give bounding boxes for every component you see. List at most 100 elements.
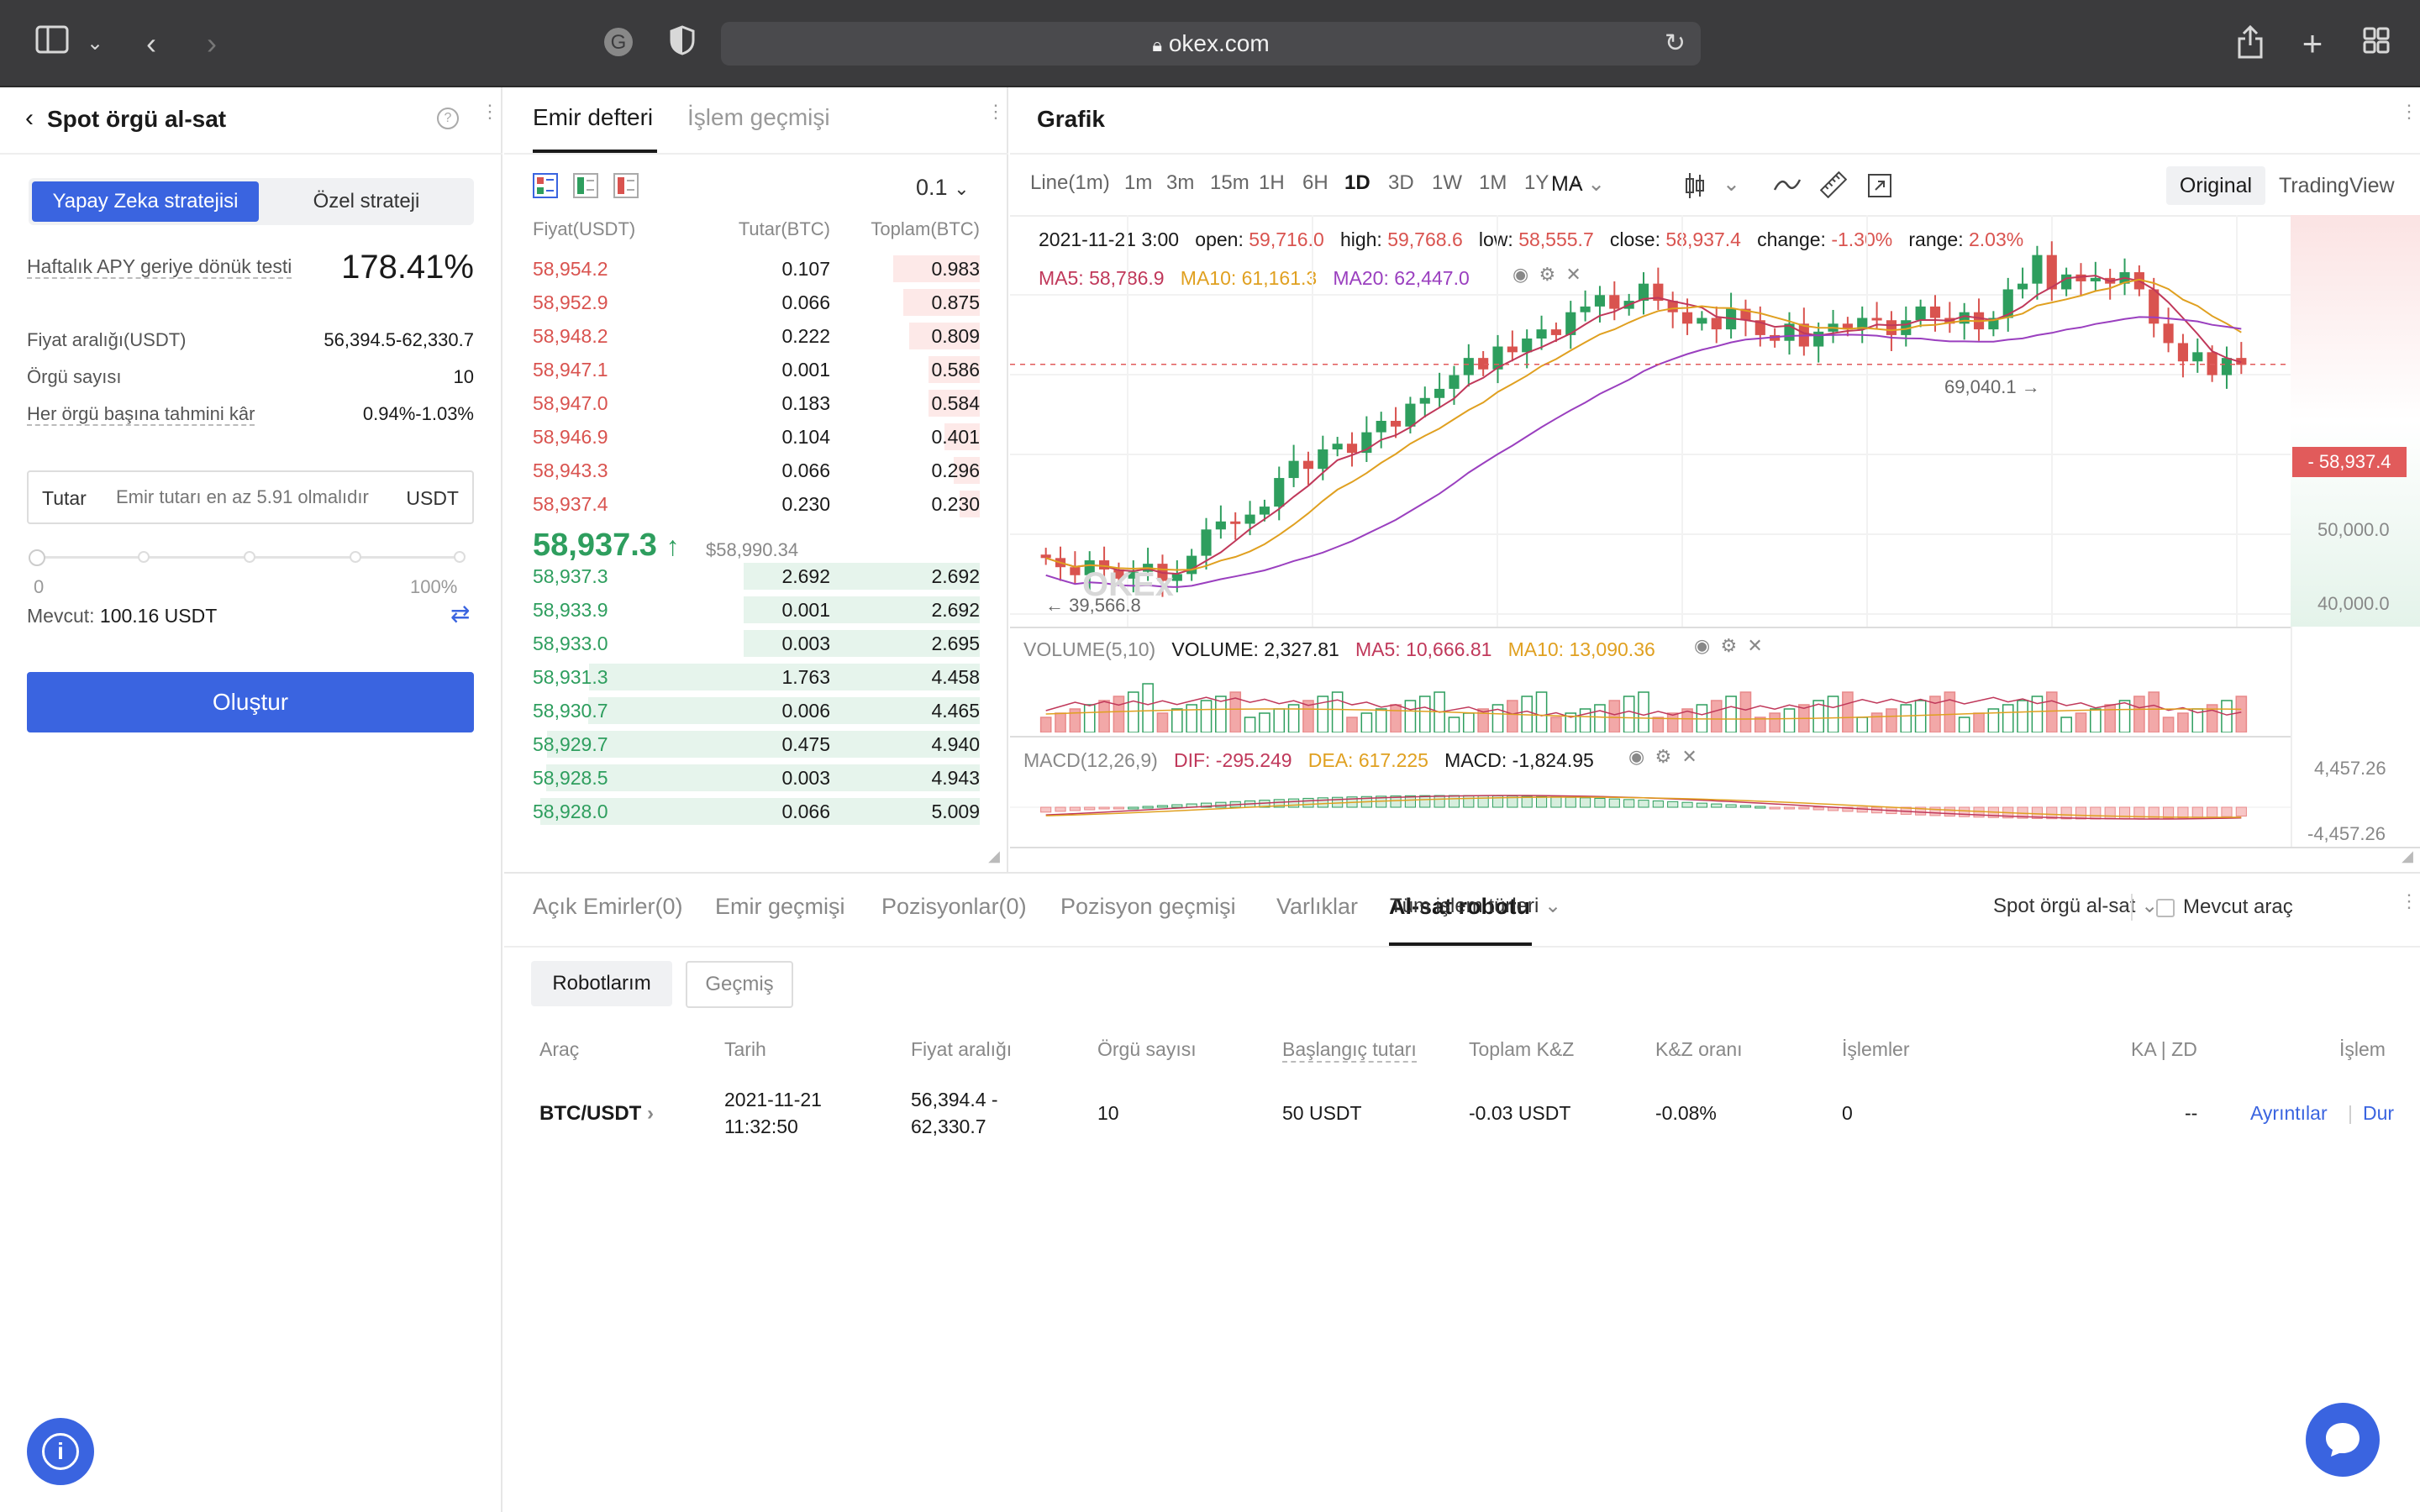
chevron-down-icon[interactable]: ⌄ bbox=[1723, 171, 1740, 197]
info-button[interactable]: i bbox=[27, 1418, 94, 1485]
interval-3m[interactable]: 3m bbox=[1166, 171, 1194, 195]
grammarly-icon[interactable]: G bbox=[600, 25, 637, 62]
order-book-row[interactable]: 58,928.5 0.003 4.943 bbox=[533, 761, 980, 795]
tradingview-button[interactable]: TradingView bbox=[2279, 166, 2395, 205]
stop-link[interactable]: Dur bbox=[2363, 1102, 2394, 1125]
close-icon[interactable]: ✕ bbox=[1681, 746, 1697, 767]
order-book-row[interactable]: 58,929.7 0.475 4.940 bbox=[533, 727, 980, 761]
current-instrument-label[interactable]: Mevcut araç bbox=[2183, 895, 2293, 919]
ruler-icon[interactable] bbox=[1819, 171, 1848, 202]
order-book-row[interactable]: 58,933.0 0.003 2.695 bbox=[533, 627, 980, 660]
interval-1m[interactable]: 1m bbox=[1124, 171, 1152, 195]
precision-select[interactable]: 0.1 ⌄ bbox=[916, 175, 970, 201]
order-book-row[interactable]: 58,937.4 0.230 0.230 bbox=[533, 487, 980, 521]
amount-field[interactable]: Tutar USDT bbox=[27, 470, 474, 524]
amount-input[interactable] bbox=[116, 484, 418, 511]
order-book-row[interactable]: 58,931.3 1.763 4.458 bbox=[533, 660, 980, 694]
orders-tab-4[interactable]: Varlıklar bbox=[1276, 894, 1358, 920]
address-bar[interactable]: 🔒︎ okex.com ↻ bbox=[721, 22, 1701, 66]
candle-body bbox=[2149, 289, 2160, 324]
line-tool-icon[interactable] bbox=[1773, 175, 1802, 199]
order-book-row[interactable]: 58,952.9 0.066 0.875 bbox=[533, 286, 980, 319]
transfer-icon[interactable]: ⇄ bbox=[450, 600, 470, 627]
chevron-down-icon[interactable]: ⌄ bbox=[84, 25, 106, 62]
volume-chart[interactable] bbox=[1010, 660, 2291, 732]
tab-trade-history[interactable]: İşlem geçmişi bbox=[687, 104, 830, 131]
apy-label[interactable]: Haftalık APY geriye dönük testi bbox=[27, 255, 292, 279]
interval-1d[interactable]: 1D bbox=[1344, 171, 1370, 195]
help-icon[interactable]: ? bbox=[437, 108, 459, 129]
resize-handle-icon[interactable]: ◢ bbox=[988, 848, 1000, 865]
current-instrument-checkbox[interactable] bbox=[2156, 899, 2175, 917]
order-book-row[interactable]: 58,948.2 0.222 0.809 bbox=[533, 319, 980, 353]
order-book-row[interactable]: 58,947.1 0.001 0.586 bbox=[533, 353, 980, 386]
orders-tab-1[interactable]: Emir geçmişi bbox=[715, 894, 845, 920]
drag-handle-icon[interactable]: ⋮⋮ bbox=[986, 102, 1022, 133]
amount-label: Tutar bbox=[42, 487, 87, 509]
create-button[interactable]: Oluştur bbox=[27, 672, 474, 732]
view-asks-icon[interactable] bbox=[613, 173, 639, 202]
order-book-row[interactable]: 58,928.0 0.066 5.009 bbox=[533, 795, 980, 828]
new-tab-icon[interactable]: + bbox=[2296, 25, 2329, 62]
resize-handle-icon[interactable]: ◢ bbox=[2402, 848, 2413, 865]
gear-icon[interactable]: ⚙ bbox=[1655, 746, 1671, 767]
view-both-icon[interactable] bbox=[533, 173, 558, 202]
candle-type-icon[interactable] bbox=[1684, 171, 1706, 204]
drag-handle-icon[interactable]: ⋮⋮ bbox=[2400, 892, 2420, 922]
candlestick-chart[interactable] bbox=[1010, 215, 2291, 627]
order-book-row[interactable]: 58,937.3 2.692 2.692 bbox=[533, 559, 980, 593]
eye-icon[interactable]: ◉ bbox=[1694, 635, 1710, 656]
back-chevron-icon[interactable]: ‹ bbox=[25, 104, 34, 133]
interval-6h[interactable]: 6H bbox=[1302, 171, 1328, 195]
forward-icon[interactable]: › bbox=[195, 25, 229, 62]
chat-button[interactable] bbox=[2306, 1403, 2380, 1477]
profit-per-grid-label[interactable]: Her örgü başına tahmini kâr bbox=[27, 403, 255, 426]
interval-1w[interactable]: 1W bbox=[1432, 171, 1462, 195]
interval-1h[interactable]: 1H bbox=[1259, 171, 1285, 195]
share-icon[interactable] bbox=[2233, 24, 2267, 62]
order-book-row[interactable]: 58,947.0 0.183 0.584 bbox=[533, 386, 980, 420]
trade-type-filter[interactable]: Tüm işlem türleri ⌄ bbox=[1390, 894, 1561, 918]
close-icon[interactable]: ✕ bbox=[1747, 635, 1762, 656]
tab-order-book[interactable]: Emir defteri bbox=[533, 104, 653, 131]
bot-pair[interactable]: BTC/USDT › bbox=[539, 1102, 654, 1126]
indicator-select[interactable]: MA ⌄ bbox=[1551, 171, 1605, 197]
orders-tab-3[interactable]: Pozisyon geçmişi bbox=[1060, 894, 1236, 920]
tab-overview-icon[interactable] bbox=[2360, 25, 2393, 62]
order-book-row[interactable]: 58,943.3 0.066 0.296 bbox=[533, 454, 980, 487]
orders-tab-2[interactable]: Pozisyonlar(0) bbox=[881, 894, 1027, 920]
interval-line1m[interactable]: Line(1m) bbox=[1030, 171, 1110, 195]
tab-custom-strategy[interactable]: Özel strateji bbox=[262, 181, 471, 222]
reload-icon[interactable]: ↻ bbox=[1665, 22, 1686, 66]
interval-15m[interactable]: 15m bbox=[1210, 171, 1249, 195]
column-header[interactable]: Başlangıç tutarı bbox=[1282, 1038, 1417, 1063]
interval-3d[interactable]: 3D bbox=[1388, 171, 1414, 195]
history-tab[interactable]: Geçmiş bbox=[686, 961, 793, 1008]
gear-icon[interactable]: ⚙ bbox=[1720, 635, 1737, 656]
back-icon[interactable]: ‹ bbox=[134, 25, 168, 62]
view-bids-icon[interactable] bbox=[573, 173, 598, 202]
fullscreen-icon[interactable] bbox=[1867, 173, 1892, 202]
my-bots-tab[interactable]: Robotlarım bbox=[531, 961, 672, 1006]
orders-tab-0[interactable]: Açık Emirler(0) bbox=[533, 894, 683, 920]
bot-type-filter[interactable]: Spot örgü al-sat ⌄ bbox=[1993, 894, 2158, 918]
eye-icon[interactable]: ◉ bbox=[1628, 746, 1644, 767]
interval-1y[interactable]: 1Y bbox=[1524, 171, 1549, 195]
drag-handle-icon[interactable]: ⋮⋮ bbox=[2400, 102, 2420, 133]
macd-bar bbox=[1696, 802, 1707, 808]
order-book-row[interactable]: 58,933.9 0.001 2.692 bbox=[533, 593, 980, 627]
sidebar-toggle-icon[interactable] bbox=[34, 25, 71, 62]
privacy-shield-icon[interactable] bbox=[664, 25, 701, 62]
drag-handle-icon[interactable]: ⋮⋮ bbox=[481, 102, 516, 133]
order-book-row[interactable]: 58,930.7 0.006 4.465 bbox=[533, 694, 980, 727]
details-link[interactable]: Ayrıntılar bbox=[2250, 1102, 2328, 1125]
candle-body bbox=[1070, 567, 1081, 575]
tab-ai-strategy[interactable]: Yapay Zeka stratejisi bbox=[32, 181, 259, 222]
original-view-button[interactable]: Original bbox=[2166, 166, 2265, 205]
macd-chart[interactable] bbox=[1010, 769, 2291, 845]
order-book-row[interactable]: 58,946.9 0.104 0.401 bbox=[533, 420, 980, 454]
interval-1m[interactable]: 1M bbox=[1479, 171, 1507, 195]
order-book-row[interactable]: 58,954.2 0.107 0.983 bbox=[533, 252, 980, 286]
amount-slider-handle[interactable] bbox=[29, 549, 45, 566]
volume-bar bbox=[1842, 691, 1854, 732]
